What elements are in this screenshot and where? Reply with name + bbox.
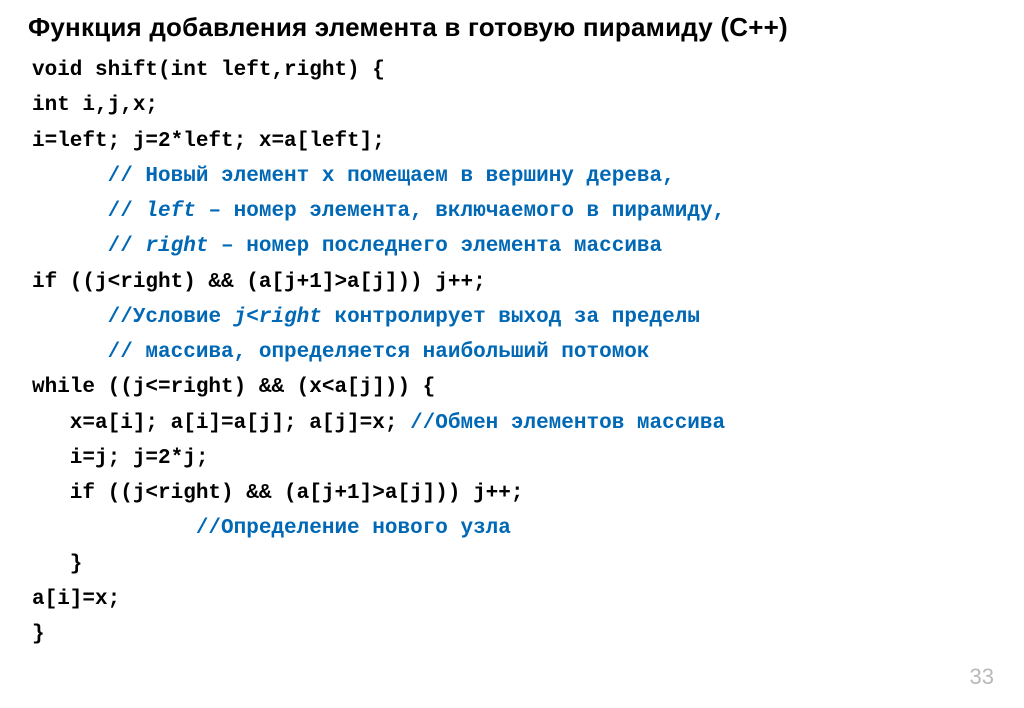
code-line: i=j; j=2*j;: [32, 447, 208, 470]
code-comment: //Определение нового узла: [196, 517, 511, 540]
code-comment-italic: left: [145, 200, 195, 223]
code-line: i=left; j=2*left; x=a[left];: [32, 130, 385, 153]
code-line: a[i]=x;: [32, 588, 120, 611]
code-comment: //: [108, 200, 146, 223]
code-comment-italic: j<right: [234, 306, 322, 329]
code-line: if ((j<right) && (a[j+1]>a[j])) j++;: [32, 482, 523, 505]
code-comment: // массива, определяется наибольший пото…: [108, 341, 650, 364]
code-comment: //: [108, 235, 146, 258]
code-line: }: [32, 623, 45, 646]
code-comment: – номер элемента, включаемого в пирамиду…: [196, 200, 725, 223]
code-comment-italic: right: [145, 235, 208, 258]
code-comment: //Обмен элементов массива: [410, 412, 725, 435]
slide-title: Функция добавления элемента в готовую пи…: [28, 12, 996, 43]
slide: Функция добавления элемента в готовую пи…: [0, 0, 1024, 708]
code-line: if ((j<right) && (a[j+1]>a[j])) j++;: [32, 271, 486, 294]
code-line: }: [32, 553, 82, 576]
page-number: 33: [970, 664, 994, 690]
code-line: int i,j,x;: [32, 94, 158, 117]
code-line: void shift(int left,right) {: [32, 59, 385, 82]
code-line: x=a[i]; a[i]=a[j]; a[j]=x;: [32, 412, 410, 435]
code-comment: // Новый элемент х помещаем в вершину де…: [108, 165, 675, 188]
code-comment: контролирует выход за пределы: [322, 306, 700, 329]
code-comment: – номер последнего элемента массива: [208, 235, 662, 258]
code-comment: //Условие: [108, 306, 234, 329]
code-block: void shift(int left,right) { int i,j,x; …: [32, 53, 996, 653]
code-line: while ((j<=right) && (x<a[j])) {: [32, 376, 435, 399]
